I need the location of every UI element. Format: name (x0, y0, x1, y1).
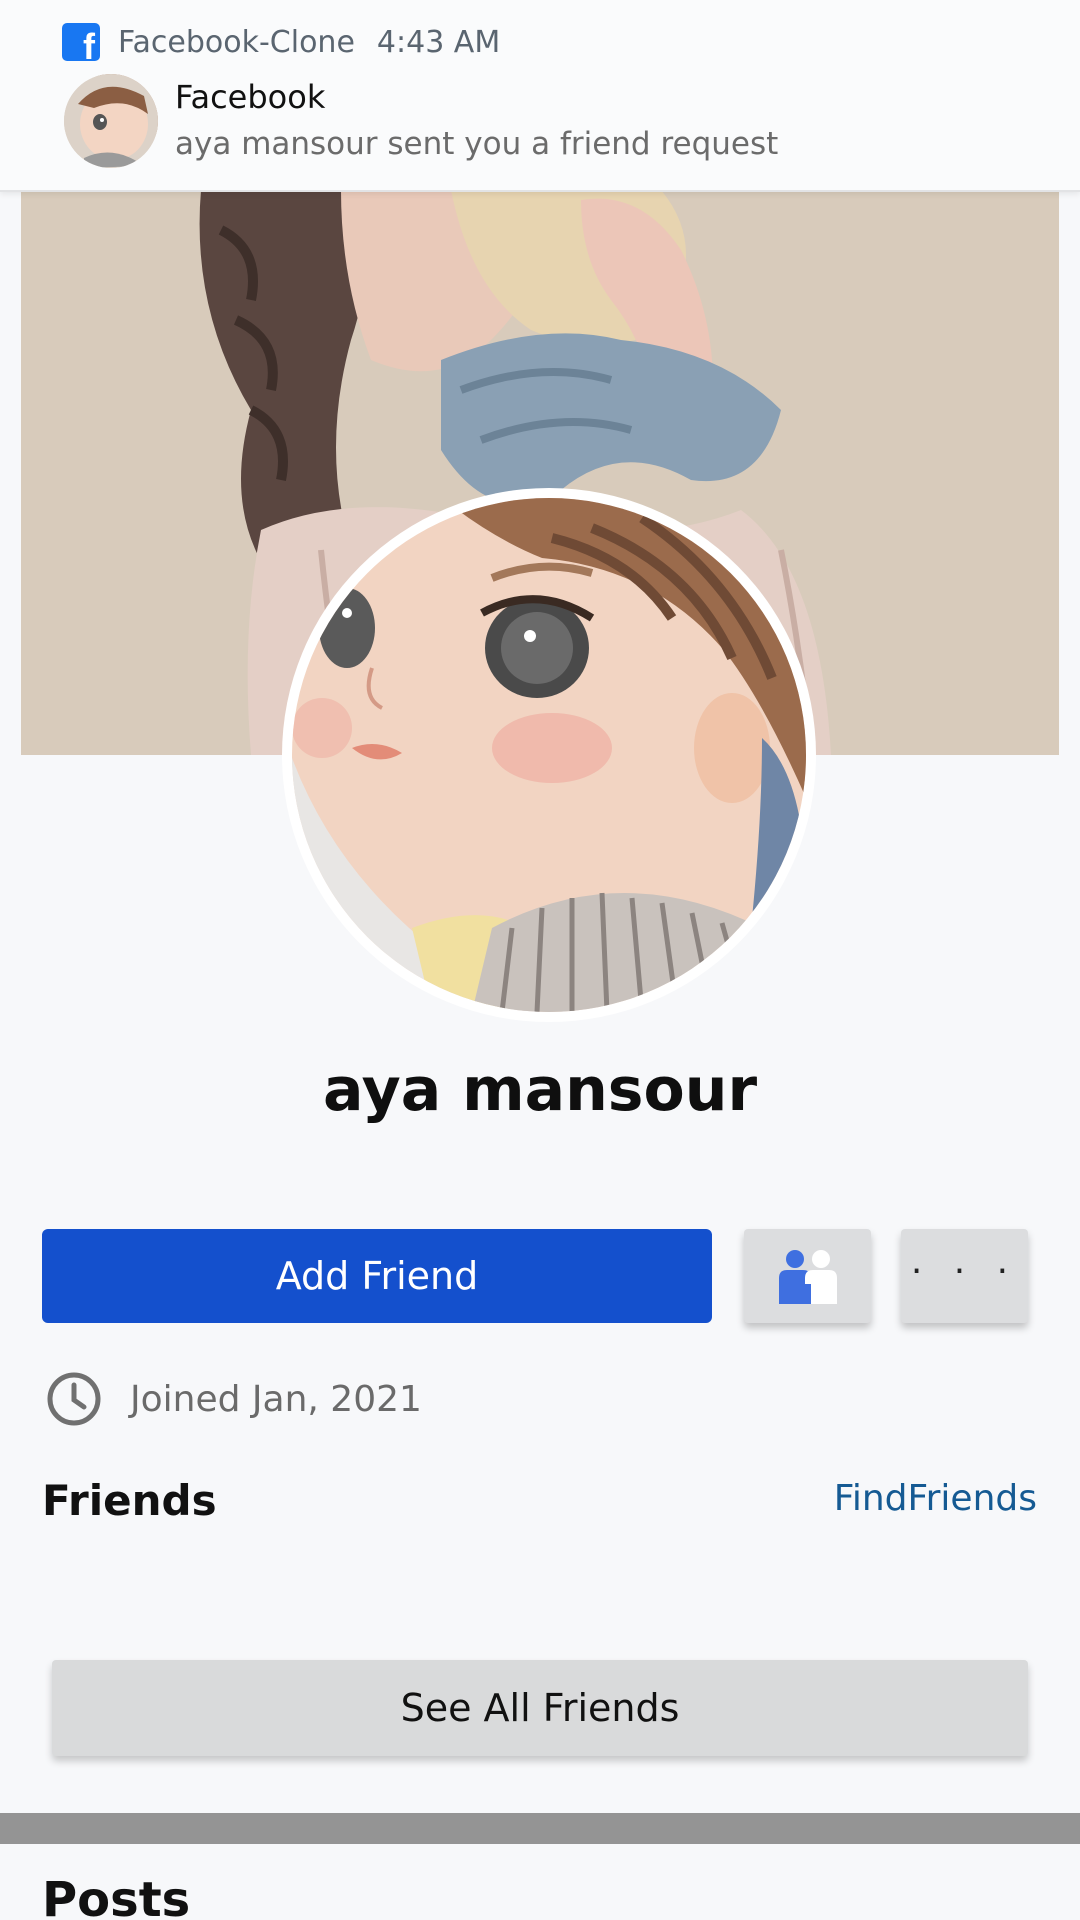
more-options-icon: · · · (910, 1251, 1019, 1292)
profile-picture[interactable] (282, 488, 816, 1022)
add-friend-button[interactable]: Add Friend (42, 1229, 712, 1323)
friends-section-title: Friends (42, 1476, 217, 1525)
posts-section-title: Posts (42, 1872, 191, 1920)
joined-info: Joined Jan, 2021 (46, 1370, 422, 1428)
profile-name: aya mansour (322, 1055, 758, 1125)
facebook-logo-icon: f (62, 23, 100, 65)
friend-request-notification[interactable]: f Facebook-Clone 4:43 AM Facebook aya ma… (0, 0, 1080, 192)
profile-screen: f Facebook-Clone 4:43 AM Facebook aya ma… (0, 0, 1080, 1920)
more-options-button[interactable]: · · · (901, 1229, 1028, 1323)
find-friends-link[interactable]: FindFriends (834, 1478, 1037, 1519)
section-divider (0, 1813, 1080, 1844)
notification-avatar (64, 74, 158, 168)
friends-icon (778, 1250, 837, 1304)
friends-button[interactable] (744, 1229, 871, 1323)
see-all-friends-button[interactable]: See All Friends (52, 1660, 1028, 1756)
notification-time: 4:43 AM (376, 24, 501, 60)
notification-title: Facebook (175, 78, 326, 116)
facebook-logo-glyph: f (83, 26, 95, 67)
notification-message: aya mansour sent you a friend request (175, 126, 779, 162)
joined-date: Joined Jan, 2021 (130, 1378, 422, 1420)
notification-app-name: Facebook-Clone (118, 24, 355, 60)
clock-icon (47, 1372, 101, 1426)
notification-header: f Facebook-Clone 4:43 AM (62, 22, 501, 65)
